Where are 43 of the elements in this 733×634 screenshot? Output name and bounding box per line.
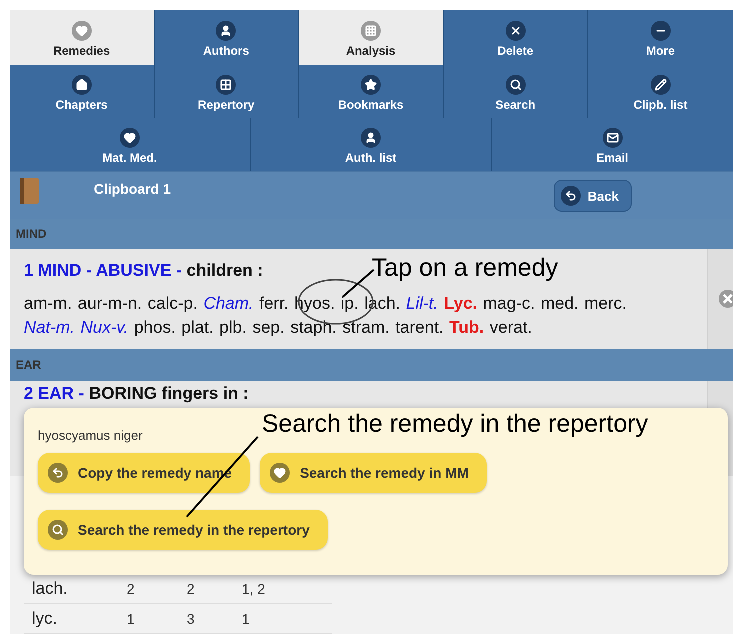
table-cell-text: 2 (187, 580, 196, 596)
rubric-heading: 2 EAR - BORING fingers in : (24, 384, 249, 404)
clipboard-title: Clipboard 1 (94, 181, 172, 198)
table-cell-text: 2 (127, 580, 136, 596)
remedy-link[interactable]: plb. (220, 318, 247, 337)
remedy-link[interactable]: phos. (134, 318, 176, 337)
remedy-link[interactable]: mag-c. (483, 294, 536, 313)
table-cell-text: 1 (242, 610, 251, 626)
popup-button[interactable]: Search the remedy in the repertory (38, 510, 328, 550)
popup-button[interactable]: Search the remedy in MM (260, 453, 487, 493)
remedy-link[interactable]: tarent. (396, 318, 444, 337)
table-cell-text: 1, 2 (242, 580, 266, 596)
remedy-link[interactable]: verat. (490, 318, 532, 337)
back-button[interactable]: Back (554, 180, 632, 212)
popup-title: hyoscyamus niger (38, 428, 144, 443)
remedy-link[interactable]: Cham. (204, 294, 254, 313)
annotation-text: Tap on a remedy (372, 254, 558, 283)
remedy-link[interactable]: calc-p. (148, 294, 198, 313)
rubric-heading: 1 MIND - ABUSIVE - children : (24, 260, 264, 281)
remedy-link[interactable]: staph. (290, 318, 337, 337)
remedy-link[interactable]: aur-m-n. (78, 294, 142, 313)
annotation-text: Search the remedy in the repertory (262, 410, 648, 439)
table-cell-text: 3 (187, 610, 196, 626)
table-cell-text: lyc. (32, 608, 58, 628)
toolbar-tab[interactable]: Remedies (10, 10, 155, 65)
section-header: EAR (10, 348, 733, 382)
remedy-link[interactable]: Nux-v. (80, 318, 129, 337)
remedy-link[interactable]: merc. (584, 294, 627, 313)
remedy-link[interactable]: ferr. (260, 294, 289, 313)
table-cell-text: 1 (127, 610, 136, 626)
remedy-link[interactable]: am-m. (24, 294, 72, 313)
table-cell-text: lach. (32, 578, 69, 598)
toolbar-tab[interactable]: Analysis (299, 10, 444, 65)
remedy-link[interactable]: med. (540, 294, 579, 313)
remedy-link[interactable]: Lil-t. (406, 294, 438, 313)
remedy-link[interactable]: plat. (182, 318, 214, 337)
remedy-link[interactable]: Tub. (450, 318, 484, 337)
remedy-link[interactable]: sep. (252, 318, 285, 337)
section-header: MIND (10, 219, 733, 249)
remedy-link[interactable]: stram. (342, 318, 390, 337)
remedy-link[interactable]: ip. (340, 294, 359, 313)
remedy-link[interactable]: Nat-m. (24, 318, 75, 337)
remedy-link[interactable]: Lyc. (444, 294, 478, 313)
